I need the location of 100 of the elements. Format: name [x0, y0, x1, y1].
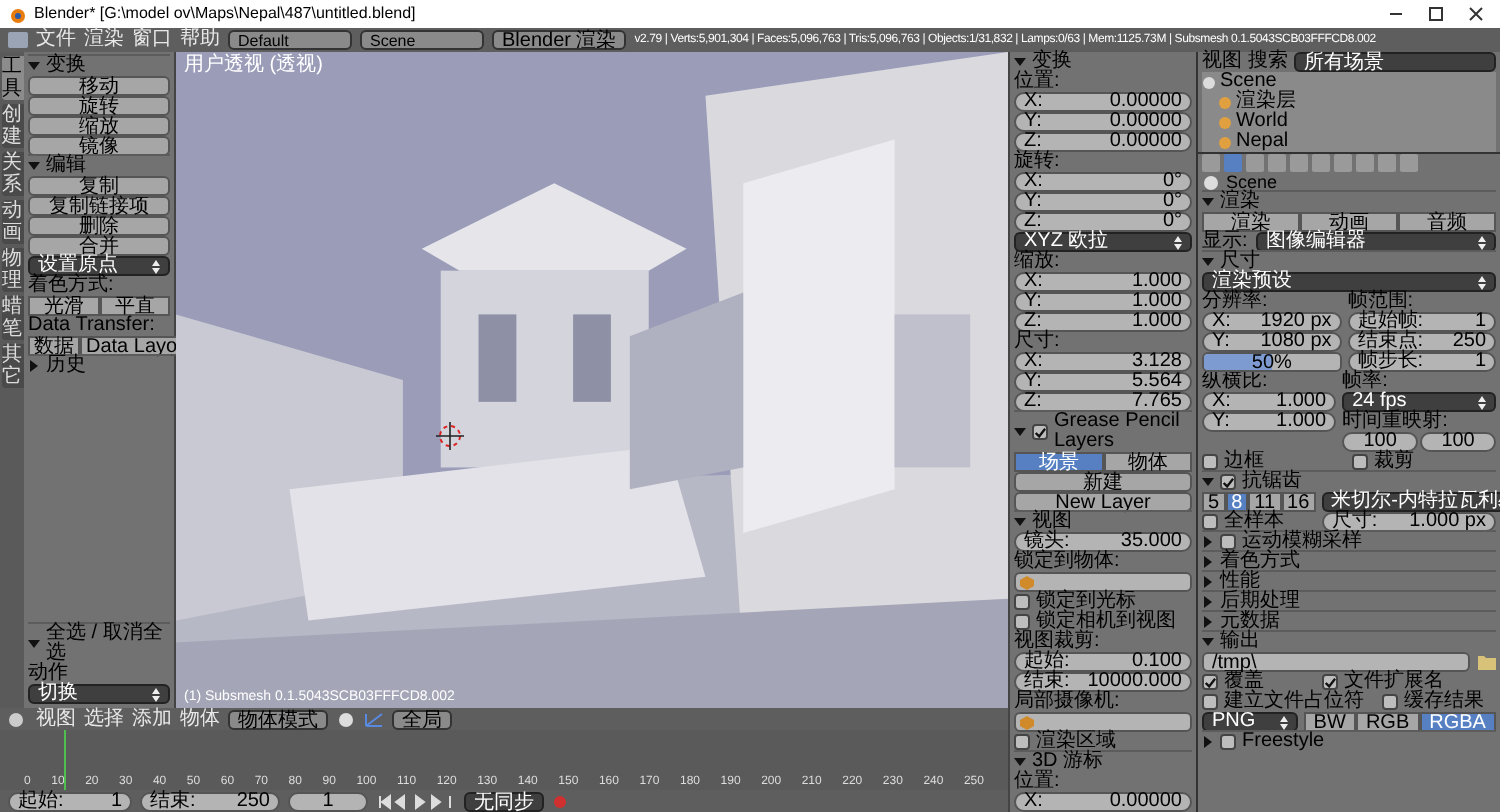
- outliner-item[interactable]: Nepal: [1236, 132, 1289, 152]
- number-field[interactable]: Y: 1.000: [1014, 292, 1192, 312]
- panel-title[interactable]: 历史: [46, 356, 86, 376]
- dropdown[interactable]: 渲染预设: [1202, 272, 1496, 292]
- vertical-tab[interactable]: 动画: [1, 200, 23, 244]
- number-field[interactable]: X: 3.128: [1014, 352, 1192, 372]
- number-field[interactable]: 起始帧: 1: [1347, 312, 1497, 332]
- disclosure-triangle-icon[interactable]: [28, 360, 40, 372]
- current-frame-field[interactable]: 1: [288, 791, 368, 811]
- outliner-item[interactable]: 渲染层: [1236, 92, 1296, 112]
- checkbox[interactable]: [1014, 734, 1030, 750]
- disclosure-triangle-icon[interactable]: [1202, 556, 1214, 568]
- editor-type-icon[interactable]: [8, 711, 28, 727]
- number-field[interactable]: Y: 1080 px: [1202, 332, 1342, 352]
- end-frame-field[interactable]: 结束: 250: [140, 791, 280, 811]
- menu-item[interactable]: 文件: [36, 30, 76, 50]
- disclosure-triangle-icon[interactable]: [28, 638, 40, 650]
- number-field[interactable]: 镜头: 35.000: [1014, 532, 1192, 552]
- toggle-button[interactable]: 11: [1248, 492, 1282, 512]
- dropdown[interactable]: PNG: [1202, 712, 1298, 732]
- menu-item[interactable]: 视图: [36, 709, 76, 729]
- toggle-button[interactable]: 16: [1281, 492, 1316, 512]
- checkbox[interactable]: [1032, 424, 1048, 440]
- panel-title[interactable]: 抗锯齿: [1242, 472, 1302, 492]
- dropdown[interactable]: 24 fps: [1342, 392, 1497, 412]
- disclosure-triangle-icon[interactable]: [1202, 596, 1214, 608]
- shading-sphere-icon[interactable]: [336, 711, 356, 727]
- render-engine-dropdown[interactable]: Blender 渲染: [492, 30, 627, 50]
- playback-controls-icon[interactable]: [376, 793, 456, 809]
- toggle-button[interactable]: 场景: [1014, 452, 1103, 472]
- disclosure-triangle-icon[interactable]: [1014, 756, 1026, 768]
- dropdown[interactable]: 米切尔-内特拉瓦利: [1321, 492, 1500, 512]
- disclosure-triangle-icon[interactable]: [1014, 56, 1026, 68]
- number-field[interactable]: 尺寸: 1.000 px: [1321, 512, 1496, 532]
- dropdown[interactable]: 图像编辑器: [1255, 232, 1496, 252]
- dropdown[interactable]: XYZ 欧拉: [1014, 232, 1192, 252]
- menu-item[interactable]: 视图: [1202, 52, 1242, 72]
- disclosure-triangle-icon[interactable]: [1202, 196, 1214, 208]
- number-field[interactable]: Y: 0°: [1014, 192, 1192, 212]
- disclosure-triangle-icon[interactable]: [1202, 636, 1214, 648]
- disclosure-triangle-icon[interactable]: [1014, 516, 1026, 528]
- panel-title[interactable]: 变换: [46, 56, 86, 76]
- menu-item[interactable]: 帮助: [180, 30, 220, 50]
- menu-item[interactable]: 搜索: [1248, 52, 1288, 72]
- tool-button[interactable]: 复制链接项: [28, 196, 170, 216]
- number-field[interactable]: 结束: 10000.000: [1014, 672, 1192, 692]
- disclosure-triangle-icon[interactable]: [1202, 256, 1214, 268]
- object-picker-field[interactable]: [1014, 712, 1192, 732]
- menu-item[interactable]: 选择: [84, 709, 124, 729]
- panel-title[interactable]: Grease Pencil Layers: [1054, 412, 1192, 452]
- panel-title[interactable]: 输出: [1220, 632, 1260, 652]
- tool-button[interactable]: 删除: [28, 216, 170, 236]
- vertical-tab[interactable]: 关系: [1, 152, 23, 196]
- outliner-item[interactable]: World: [1236, 112, 1288, 132]
- number-field[interactable]: 100: [1342, 432, 1419, 452]
- disclosure-triangle-icon[interactable]: [1202, 476, 1214, 488]
- toggle-button[interactable]: 平直: [99, 296, 170, 316]
- checkbox[interactable]: [1014, 614, 1030, 630]
- number-field[interactable]: Y: 1.000: [1202, 412, 1337, 432]
- checkbox[interactable]: [1202, 674, 1218, 690]
- number-field[interactable]: 结束点: 250: [1347, 332, 1497, 352]
- panel-title[interactable]: 运动模糊采样: [1242, 532, 1362, 552]
- vertical-tab[interactable]: 工具: [1, 56, 23, 100]
- disclosure-triangle-icon[interactable]: [1202, 536, 1214, 548]
- disclosure-triangle-icon[interactable]: [1014, 426, 1026, 438]
- number-field[interactable]: 100: [1420, 432, 1497, 452]
- checkbox[interactable]: [1382, 694, 1398, 710]
- path-field[interactable]: /tmp\: [1202, 652, 1470, 672]
- toggle-button[interactable]: 5: [1202, 492, 1226, 512]
- toggle-button[interactable]: 物体: [1103, 452, 1192, 472]
- toggle-button[interactable]: 音频: [1398, 212, 1496, 232]
- mode-dropdown[interactable]: 物体模式: [228, 709, 328, 729]
- vertical-tab[interactable]: 其它: [1, 344, 23, 388]
- panel-title[interactable]: 变换: [1032, 52, 1072, 72]
- orientation-dropdown[interactable]: 全局: [392, 709, 452, 729]
- panel-title[interactable]: 尺寸: [1220, 252, 1260, 272]
- dropdown[interactable]: 设置原点: [28, 256, 170, 276]
- checkbox[interactable]: [1220, 474, 1236, 490]
- panel-title[interactable]: 3D 游标: [1032, 752, 1104, 772]
- checkbox[interactable]: [1202, 454, 1218, 470]
- menu-item[interactable]: 物体: [180, 709, 220, 729]
- number-field[interactable]: Z: 0°: [1014, 212, 1192, 232]
- vertical-tab[interactable]: 物理: [1, 248, 23, 292]
- panel-title[interactable]: 着色方式: [1220, 552, 1300, 572]
- checkbox[interactable]: [1352, 454, 1368, 470]
- number-field[interactable]: X: 0°: [1014, 172, 1192, 192]
- vertical-tab[interactable]: 蜡笔: [1, 296, 23, 340]
- number-field[interactable]: X: 0.00000: [1014, 792, 1192, 812]
- dropdown[interactable]: 切换: [28, 684, 170, 704]
- number-field[interactable]: 帧步长: 1: [1347, 352, 1497, 372]
- layout-dropdown[interactable]: Default: [228, 30, 352, 50]
- panel-title[interactable]: 性能: [1220, 572, 1260, 592]
- disclosure-triangle-icon[interactable]: [28, 160, 40, 172]
- tool-button[interactable]: 合并: [28, 236, 170, 256]
- number-field[interactable]: Z: 7.765: [1014, 392, 1192, 412]
- checkbox[interactable]: [1220, 734, 1236, 750]
- menu-item[interactable]: 窗口: [132, 30, 172, 50]
- tool-button[interactable]: 旋转: [28, 96, 170, 116]
- tool-button[interactable]: 复制: [28, 176, 170, 196]
- slider-field[interactable]: 50%: [1202, 352, 1342, 372]
